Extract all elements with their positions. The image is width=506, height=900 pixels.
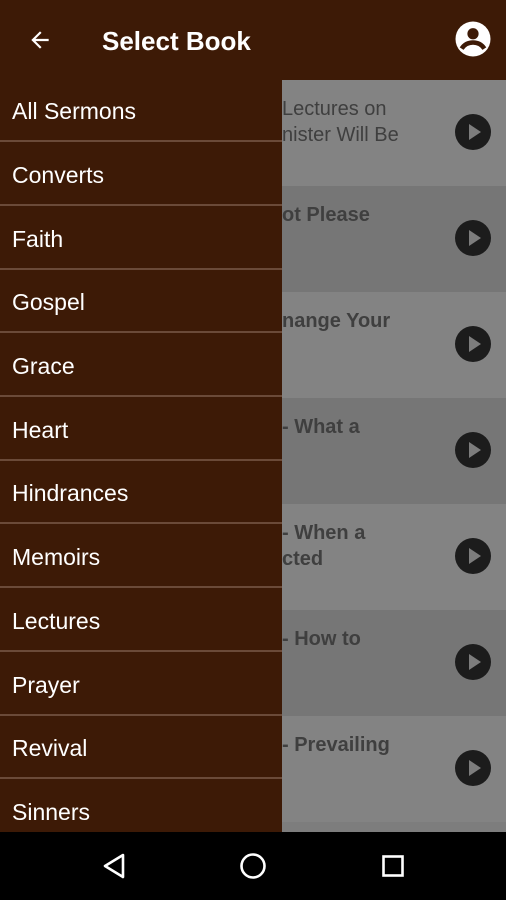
circle-home-icon <box>240 853 266 879</box>
nav-back-button[interactable] <box>94 846 134 886</box>
page-title: Select Book <box>102 26 251 56</box>
play-circle-icon[interactable] <box>455 220 491 256</box>
list-item-subtitle: cted <box>282 548 324 570</box>
drawer-item[interactable]: Converts <box>0 144 282 206</box>
square-recents-icon <box>382 855 404 877</box>
drawer-item[interactable]: Faith <box>0 208 282 270</box>
drawer-item[interactable]: Lectures <box>0 590 282 652</box>
app-bar: Select Book <box>0 0 506 80</box>
play-circle-icon[interactable] <box>455 326 491 362</box>
list-item-title: nange Your <box>282 310 391 332</box>
arrow-left-icon <box>31 31 49 49</box>
drawer-item[interactable]: Memoirs <box>0 526 282 588</box>
drawer-item[interactable]: Prayer <box>0 654 282 716</box>
list-item-title: ot Please <box>282 204 370 226</box>
play-circle-icon[interactable] <box>455 644 491 680</box>
account-button[interactable] <box>452 18 494 60</box>
list-item-title: - What a <box>282 416 360 438</box>
list-item-title: - Prevailing <box>282 734 390 756</box>
drawer-item[interactable]: Gospel <box>0 271 282 333</box>
drawer-item[interactable]: Heart <box>0 399 282 461</box>
play-circle-icon[interactable] <box>455 432 491 468</box>
drawer-item[interactable]: Revival <box>0 717 282 779</box>
list-item-title: Lectures on <box>282 98 387 120</box>
drawer-item[interactable]: Grace <box>0 335 282 397</box>
back-button[interactable] <box>22 22 58 58</box>
list-item-title: - When a <box>282 522 366 544</box>
play-circle-icon[interactable] <box>455 750 491 786</box>
play-circle-icon[interactable] <box>455 538 491 574</box>
drawer-item[interactable]: Hindrances <box>0 462 282 524</box>
list-item-title: - How to <box>282 628 361 650</box>
nav-home-button[interactable] <box>233 846 273 886</box>
nav-recents-button[interactable] <box>373 846 413 886</box>
navigation-drawer: All Sermons Converts Faith Gospel Grace … <box>0 80 282 832</box>
play-circle-icon[interactable] <box>455 114 491 150</box>
system-nav-bar <box>0 832 506 900</box>
drawer-item[interactable]: All Sermons <box>0 80 282 142</box>
account-circle-icon <box>455 21 491 57</box>
list-item-subtitle: nister Will Be <box>282 124 399 146</box>
drawer-item[interactable]: Sinners <box>0 781 282 832</box>
triangle-back-icon <box>103 853 125 879</box>
